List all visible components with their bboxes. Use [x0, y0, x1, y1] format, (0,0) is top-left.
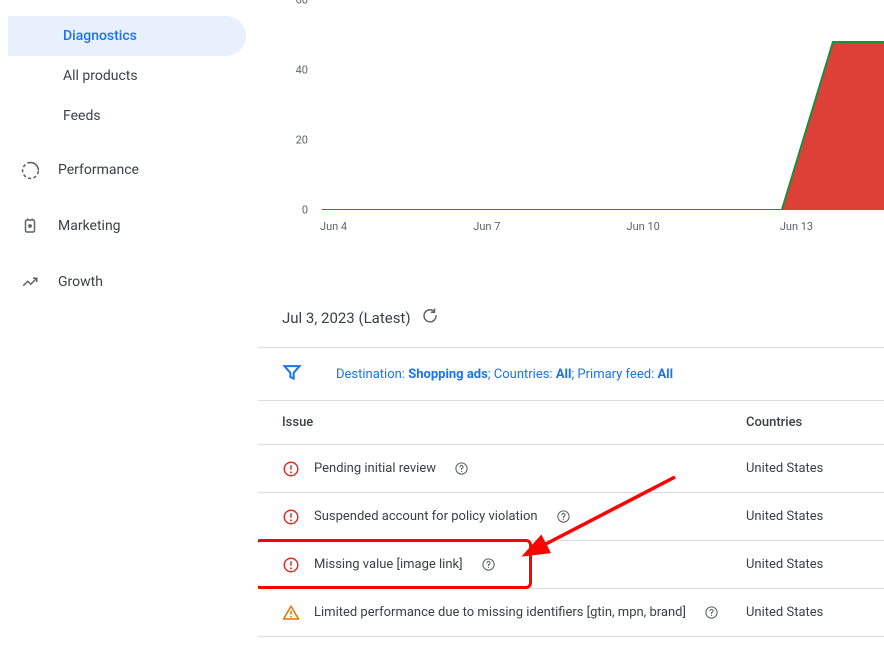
y-tick: 0 [302, 204, 308, 217]
sidebar-item-label: Marketing [58, 218, 121, 234]
sidebar-item-label: Feeds [63, 108, 101, 124]
y-tick: 60 [296, 0, 308, 7]
chart-plot [322, 0, 884, 210]
main-content: 0 20 40 60 Jun 4 Jun 7 Jun 10 Jun 13 Jul 3, 20… [258, 0, 884, 658]
issues-body: Pending initial reviewUnited StatesSuspe… [258, 445, 884, 637]
issue-row[interactable]: Pending initial review United States [258, 445, 884, 493]
sidebar-item-label: Growth [58, 274, 103, 290]
issue-row[interactable]: Suspended account for policy violation Un… [258, 493, 884, 541]
header-countries: Countries [746, 415, 856, 430]
x-axis: Jun 4 Jun 7 Jun 10 Jun 13 [322, 220, 884, 236]
filter-bar: Destination: Shopping ads; Countries: Al… [258, 347, 884, 401]
x-tick: Jun 4 [320, 220, 347, 233]
issue-row[interactable]: Limited performance due to missing ident… [258, 589, 884, 637]
sidebar-item-all-products[interactable]: All products [8, 56, 246, 96]
date-row: Jul 3, 2023 (Latest) [258, 289, 884, 347]
sidebar-item-feeds[interactable]: Feeds [8, 96, 246, 136]
issue-country: United States [746, 605, 856, 620]
issue-country: United States [746, 461, 856, 476]
help-icon[interactable] [454, 461, 470, 477]
sidebar: Diagnostics All products Feeds Performan… [0, 0, 258, 658]
help-icon[interactable] [704, 605, 720, 621]
issue-title: Pending initial review [314, 461, 436, 476]
sidebar-item-marketing[interactable]: Marketing [0, 204, 258, 248]
issue-row[interactable]: Missing value [image link] United States [258, 541, 884, 589]
header-issue: Issue [282, 415, 746, 430]
issue-title: Suspended account for policy violation [314, 509, 538, 524]
sidebar-subnav: Diagnostics All products Feeds [0, 16, 258, 136]
chart: 0 20 40 60 Jun 4 Jun 7 Jun 10 Jun 13 [286, 0, 884, 245]
error-icon [282, 508, 300, 526]
marketing-icon [20, 216, 40, 236]
filter-icon[interactable] [282, 362, 302, 386]
help-icon[interactable] [556, 509, 572, 525]
x-tick: Jun 13 [780, 220, 813, 233]
performance-icon [20, 160, 40, 180]
issues-header: Issue Countries [258, 401, 884, 445]
issue-title: Missing value [image link] [314, 557, 463, 572]
x-tick: Jun 10 [627, 220, 660, 233]
growth-icon [20, 272, 40, 292]
sidebar-item-label: Performance [58, 162, 139, 178]
warning-icon [282, 604, 300, 622]
sidebar-item-performance[interactable]: Performance [0, 148, 258, 192]
refresh-icon[interactable] [421, 307, 439, 329]
y-tick: 20 [296, 134, 308, 147]
sidebar-item-label: All products [63, 68, 138, 84]
sidebar-item-diagnostics[interactable]: Diagnostics [8, 16, 246, 56]
y-tick: 40 [296, 64, 308, 77]
issue-country: United States [746, 509, 856, 524]
error-icon [282, 556, 300, 574]
sidebar-item-growth[interactable]: Growth [0, 260, 258, 304]
help-icon[interactable] [481, 557, 497, 573]
filter-text[interactable]: Destination: Shopping ads; Countries: Al… [336, 367, 673, 382]
x-tick: Jun 7 [473, 220, 500, 233]
error-icon [282, 460, 300, 478]
issue-title: Limited performance due to missing ident… [314, 605, 686, 620]
issue-country: United States [746, 557, 856, 572]
sidebar-item-label: Diagnostics [63, 28, 137, 44]
date-label: Jul 3, 2023 (Latest) [282, 309, 411, 327]
